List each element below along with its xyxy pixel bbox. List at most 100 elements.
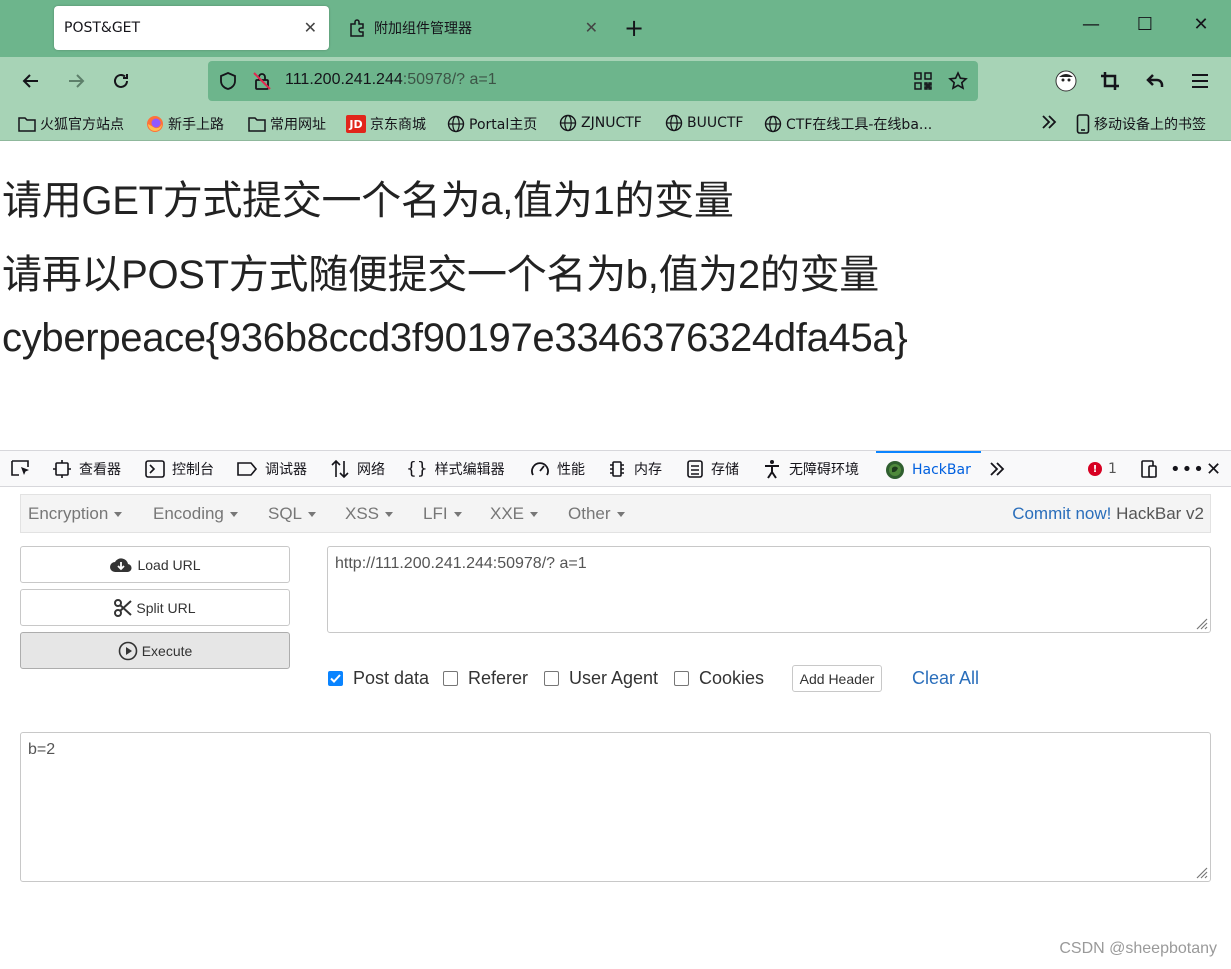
accessibility-person-icon <box>765 460 779 479</box>
bookmark-getting-started[interactable]: 新手上路 <box>146 114 224 134</box>
tab-accessibility[interactable]: 无障碍环境 <box>762 451 859 487</box>
caret-down-icon <box>308 512 317 518</box>
menu-other[interactable]: Other <box>568 504 625 524</box>
add-header-button[interactable]: Add Header <box>792 665 882 692</box>
load-url-button[interactable]: Load URL <box>20 546 290 583</box>
bookmark-ctf-tools[interactable]: CTF在线工具-在线ba... <box>764 114 932 134</box>
bookmark-common-sites[interactable]: 常用网址 <box>248 114 326 134</box>
hackbar-version: HackBar v2 <box>1116 504 1204 523</box>
url-textarea[interactable]: http://111.200.241.244:50978/? a=1 <box>327 546 1211 633</box>
hackbar-logo-icon <box>886 461 904 479</box>
bookmark-label: CTF在线工具-在线ba... <box>786 117 933 133</box>
new-tab-button[interactable]: + <box>624 14 644 42</box>
referer-checkbox[interactable]: Referer <box>443 668 528 689</box>
get-instruction-text: 请用GET方式提交一个名为a,值为1的变量 <box>2 179 734 223</box>
close-tab-icon[interactable]: ✕ <box>585 18 598 37</box>
maximize-icon[interactable]: ☐ <box>1130 14 1160 35</box>
bookmark-buuctf[interactable]: BUUCTF <box>665 114 743 132</box>
close-window-icon[interactable]: ✕ <box>1186 14 1216 35</box>
element-picker-icon[interactable] <box>10 451 39 487</box>
more-bookmarks-chevron-icon[interactable] <box>1040 113 1062 131</box>
insecure-lock-icon[interactable] <box>252 71 272 91</box>
bookmark-label: 京东商城 <box>370 117 426 133</box>
menu-xss[interactable]: XSS <box>345 504 394 524</box>
menu-hamburger-icon[interactable] <box>1186 67 1214 95</box>
post-data-textarea[interactable]: b=2 <box>20 732 1211 882</box>
debugger-icon <box>237 462 258 476</box>
split-url-button[interactable]: Split URL <box>20 589 290 626</box>
tab-addons-manager[interactable]: 附加组件管理器 ✕ <box>340 6 610 50</box>
resize-grip-icon[interactable] <box>1194 865 1208 879</box>
crop-screenshot-icon[interactable] <box>1096 67 1124 95</box>
tab-post-get[interactable]: POST&GET ✕ <box>54 6 329 50</box>
tab-label: 网络 <box>357 462 385 478</box>
more-tools-chevron-icon[interactable] <box>988 451 1013 487</box>
puzzle-icon <box>350 19 364 37</box>
close-devtools-icon[interactable]: ✕ <box>1206 451 1221 487</box>
menu-sql[interactable]: SQL <box>268 504 317 524</box>
close-tab-icon[interactable]: ✕ <box>304 18 317 37</box>
tab-debugger[interactable]: 调试器 <box>236 451 307 487</box>
menu-encryption[interactable]: Encryption <box>28 504 123 524</box>
menu-lfi[interactable]: LFI <box>423 504 462 524</box>
reload-icon[interactable] <box>107 67 135 95</box>
menu-label: LFI <box>423 504 448 523</box>
execute-button[interactable]: Execute <box>20 632 290 669</box>
tab-performance[interactable]: 性能 <box>530 451 585 487</box>
qr-code-icon[interactable] <box>914 72 932 90</box>
user-agent-checkbox[interactable]: User Agent <box>544 668 658 689</box>
checkbox-label: User Agent <box>569 668 659 688</box>
mobile-bookmarks[interactable]: 移动设备上的书签 <box>1076 114 1206 134</box>
bookmark-zjnuctf[interactable]: ZJNUCTF <box>559 114 642 132</box>
tab-label: 调试器 <box>265 462 307 478</box>
tab-label: 控制台 <box>172 462 214 478</box>
bookmark-firefox-official[interactable]: 火狐官方站点 <box>18 114 124 134</box>
globe-icon <box>447 115 465 133</box>
bookmark-star-icon[interactable] <box>948 71 968 91</box>
tab-title: 附加组件管理器 <box>374 21 472 37</box>
clear-all-link[interactable]: Clear All <box>912 668 979 689</box>
play-circle-icon <box>118 641 138 660</box>
tab-memory[interactable]: 内存 <box>607 451 662 487</box>
checkbox-label: Referer <box>468 668 529 688</box>
error-count: 1 <box>1108 461 1117 477</box>
devtools-toolbar: 查看器 控制台 调试器 网络 {} 样式编辑器 性能 内存 存储 无障碍环境 H… <box>0 450 1231 487</box>
bookmark-jd-mall[interactable]: JD 京东商城 <box>346 114 426 134</box>
checkbox-label: Post data <box>353 668 430 688</box>
shield-icon[interactable] <box>218 71 238 91</box>
caret-down-icon <box>616 512 625 518</box>
menu-xxe[interactable]: XXE <box>490 504 539 524</box>
more-options-ellipsis-icon[interactable]: ••• <box>1170 451 1205 487</box>
tab-storage[interactable]: 存储 <box>686 451 739 487</box>
folder-icon <box>248 117 266 132</box>
tab-network[interactable]: 网络 <box>330 451 385 487</box>
avatar-icon[interactable] <box>1052 67 1080 95</box>
tab-title: POST&GET <box>64 20 141 36</box>
console-icon <box>145 460 165 478</box>
resize-grip-icon[interactable] <box>1194 616 1208 630</box>
forward-arrow-icon[interactable] <box>62 67 90 95</box>
post-data-checkbox[interactable]: Post data <box>328 668 429 689</box>
memory-chip-icon <box>610 461 624 477</box>
caret-down-icon <box>530 512 539 518</box>
cookies-checkbox[interactable]: Cookies <box>674 668 764 689</box>
commit-now-link[interactable]: Commit now! <box>1012 504 1111 523</box>
tab-bar: POST&GET ✕ 附加组件管理器 ✕ + — ☐ ✕ <box>0 0 1231 57</box>
error-icon: ! <box>1088 462 1102 476</box>
bookmark-label: ZJNUCTF <box>581 115 642 131</box>
tab-style-editor[interactable]: {} 样式编辑器 <box>406 451 505 487</box>
back-arrow-icon[interactable] <box>17 67 45 95</box>
csdn-watermark: CSDN @sheepbotany <box>1059 940 1217 957</box>
menu-encoding[interactable]: Encoding <box>153 504 238 524</box>
caret-down-icon <box>453 512 462 518</box>
tab-console[interactable]: 控制台 <box>145 451 214 487</box>
url-text[interactable]: 111.200.241.244:50978/? a=1 <box>285 71 497 89</box>
bookmark-portal[interactable]: Portal主页 <box>447 114 537 134</box>
tab-hackbar[interactable]: HackBar <box>876 451 981 487</box>
minimize-icon[interactable]: — <box>1076 14 1106 35</box>
url-bar[interactable]: 111.200.241.244:50978/? a=1 <box>208 61 978 101</box>
tab-inspector[interactable]: 查看器 <box>52 451 121 487</box>
undo-icon[interactable] <box>1141 67 1169 95</box>
responsive-design-icon[interactable] <box>1139 451 1166 487</box>
error-count-badge[interactable]: ! 1 <box>1088 451 1117 487</box>
